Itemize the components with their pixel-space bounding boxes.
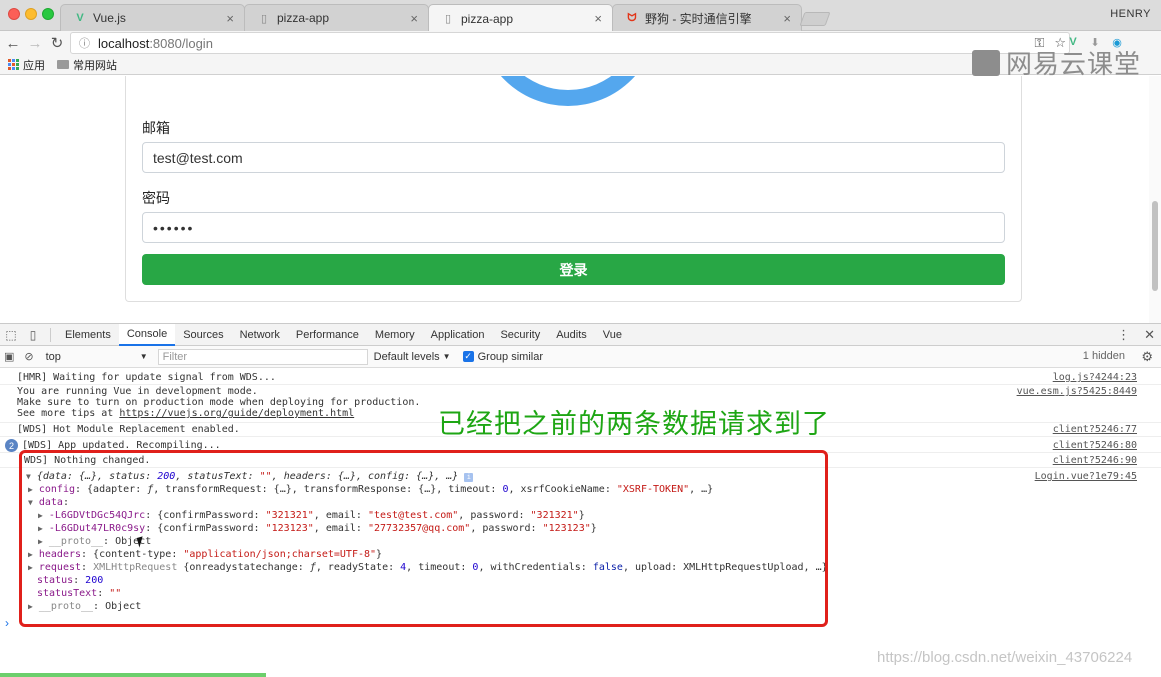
source-link[interactable]: client?5246:77 — [1053, 424, 1137, 435]
forward-arrow-icon[interactable]: → — [25, 33, 45, 53]
reload-icon[interactable]: ↻ — [47, 33, 67, 53]
devtools-controls: ⋮ ✕ — [1117, 327, 1155, 343]
tab-network[interactable]: Network — [232, 324, 288, 346]
device-toggle-icon[interactable]: ▯ — [22, 324, 44, 346]
checkbox-checked-icon[interactable]: ✓ — [462, 351, 474, 362]
tab-vue[interactable]: Vue — [595, 324, 630, 346]
tab-application[interactable]: Application — [423, 324, 493, 346]
divider — [50, 327, 51, 342]
password-field[interactable]: •••••• — [142, 212, 1005, 243]
tab-sources[interactable]: Sources — [175, 324, 231, 346]
vue-icon: V — [76, 12, 84, 24]
scrollbar-thumb[interactable] — [1152, 201, 1158, 291]
inspect-element-icon[interactable]: ⬚ — [0, 324, 22, 346]
email-label: 邮箱 — [142, 120, 170, 136]
bookmark-label: 应用 — [23, 59, 45, 72]
tab-performance[interactable]: Performance — [288, 324, 367, 346]
source-link[interactable]: vue.esm.js?5425:8449 — [1017, 386, 1137, 397]
log-levels-select[interactable]: Default levels ▼ — [374, 351, 451, 363]
bookmark-apps[interactable]: 应用 — [8, 57, 45, 73]
tab-console[interactable]: Console — [118, 323, 176, 346]
clear-console-icon[interactable]: ⊘ — [24, 350, 33, 363]
message-text: You are running Vue in development mode. — [17, 386, 258, 397]
tab-title: Vue.js — [93, 11, 126, 25]
close-icon[interactable]: × — [410, 11, 418, 26]
close-icon[interactable]: × — [783, 11, 791, 26]
browser-tab-pizza-app-2[interactable]: ▯ pizza-app × — [428, 4, 613, 32]
info-icon[interactable]: ⓘ — [79, 35, 90, 51]
console-prompt-icon[interactable]: › — [5, 616, 9, 630]
close-window-button[interactable] — [8, 8, 20, 20]
filter-input[interactable]: Filter — [157, 348, 368, 365]
message-text: [WDS] Hot Module Replacement enabled. — [17, 424, 240, 435]
dropdown-arrow-icon: ▼ — [442, 352, 451, 361]
wilddog-icon: ᗢ — [627, 11, 637, 24]
message-text: [HMR] Waiting for update signal from WDS… — [17, 372, 276, 383]
progress-line — [0, 673, 266, 677]
browser-tab-wilddog[interactable]: ᗢ 野狗 - 实时通信引擎 × — [612, 4, 802, 31]
sidebar-toggle-icon[interactable]: ▣ — [4, 350, 14, 363]
gear-icon[interactable]: ⚙ — [1141, 349, 1153, 365]
page-icon: ▯ — [444, 13, 452, 25]
browser-tab-vuejs[interactable]: V Vue.js × — [60, 4, 245, 31]
more-options-icon[interactable]: ⋮ — [1117, 327, 1130, 343]
levels-label: Default levels — [373, 350, 440, 363]
back-arrow-icon[interactable]: ← — [3, 33, 23, 53]
hidden-count: 1 hidden — [1082, 350, 1125, 362]
source-link[interactable]: client?5246:80 — [1053, 440, 1137, 451]
tab-title: pizza-app — [277, 11, 330, 25]
url-host: localhost — [98, 35, 150, 51]
csdn-watermark: https://blog.csdn.net/weixin_43706224 — [877, 649, 1133, 666]
bookmark-label: 常用网站 — [73, 59, 117, 72]
folder-icon — [57, 60, 69, 69]
dropdown-arrow-icon: ▼ — [139, 352, 148, 361]
page-scrollbar[interactable] — [1149, 76, 1161, 323]
page-viewport: 邮箱 test@test.com 密码 •••••• 登录 — [0, 76, 1161, 323]
new-tab-button[interactable] — [799, 12, 831, 26]
page-icon: ▯ — [260, 12, 268, 25]
source-link[interactable]: Login.vue?1e79:45 — [1035, 471, 1137, 482]
tab-audits[interactable]: Audits — [548, 324, 595, 346]
source-link[interactable]: log.js?4244:23 — [1053, 372, 1137, 383]
tab-strip: V Vue.js × ▯ pizza-app × ▯ pizza-app × ᗢ… — [0, 0, 1161, 32]
tab-title: 野狗 - 实时通信引擎 — [645, 11, 752, 26]
console-toolbar: ▣ ⊘ top ▼ Filter Default levels ▼ ✓ Grou… — [0, 346, 1161, 368]
message-text: See more tips at — [17, 408, 120, 419]
source-link[interactable]: client?5246:90 — [1053, 455, 1137, 466]
context-value: top — [45, 350, 61, 363]
tab-title: pizza-app — [461, 11, 514, 26]
browser-tab-pizza-app-1[interactable]: ▯ pizza-app × — [244, 4, 429, 31]
bookmark-common-sites[interactable]: 常用网站 — [57, 57, 117, 73]
docs-link[interactable]: https://vuejs.org/guide/deployment.html — [119, 408, 354, 419]
context-select[interactable]: top ▼ — [42, 349, 152, 365]
profile-name[interactable]: HENRY — [1110, 8, 1151, 20]
minimize-window-button[interactable] — [25, 8, 37, 20]
tab-elements[interactable]: Elements — [57, 324, 119, 346]
address-bar[interactable]: ⓘ localhost :8080/login — [70, 32, 1070, 54]
message-text: Make sure to turn on production mode whe… — [17, 397, 421, 408]
login-button[interactable]: 登录 — [142, 254, 1005, 285]
devtools-tabbar: ⬚ ▯ Elements Console Sources Network Per… — [0, 323, 1161, 346]
zoom-window-button[interactable] — [42, 8, 54, 20]
url-path: :8080/login — [149, 35, 213, 51]
group-similar-toggle[interactable]: ✓ Group similar — [462, 350, 543, 363]
group-similar-label: Group similar — [477, 350, 543, 363]
close-icon[interactable]: × — [594, 11, 602, 26]
close-icon[interactable]: × — [226, 11, 234, 26]
console-message: [HMR] Waiting for update signal from WDS… — [0, 372, 1161, 385]
netease-logo-icon — [972, 49, 1000, 76]
close-devtools-icon[interactable]: ✕ — [1144, 327, 1155, 343]
password-label: 密码 — [142, 190, 170, 206]
email-field[interactable]: test@test.com — [142, 142, 1005, 173]
tab-security[interactable]: Security — [492, 324, 548, 346]
tab-memory[interactable]: Memory — [367, 324, 423, 346]
annotation-text: 已经把之前的两条数据请求到了 — [438, 409, 830, 440]
apps-grid-icon — [8, 59, 19, 70]
